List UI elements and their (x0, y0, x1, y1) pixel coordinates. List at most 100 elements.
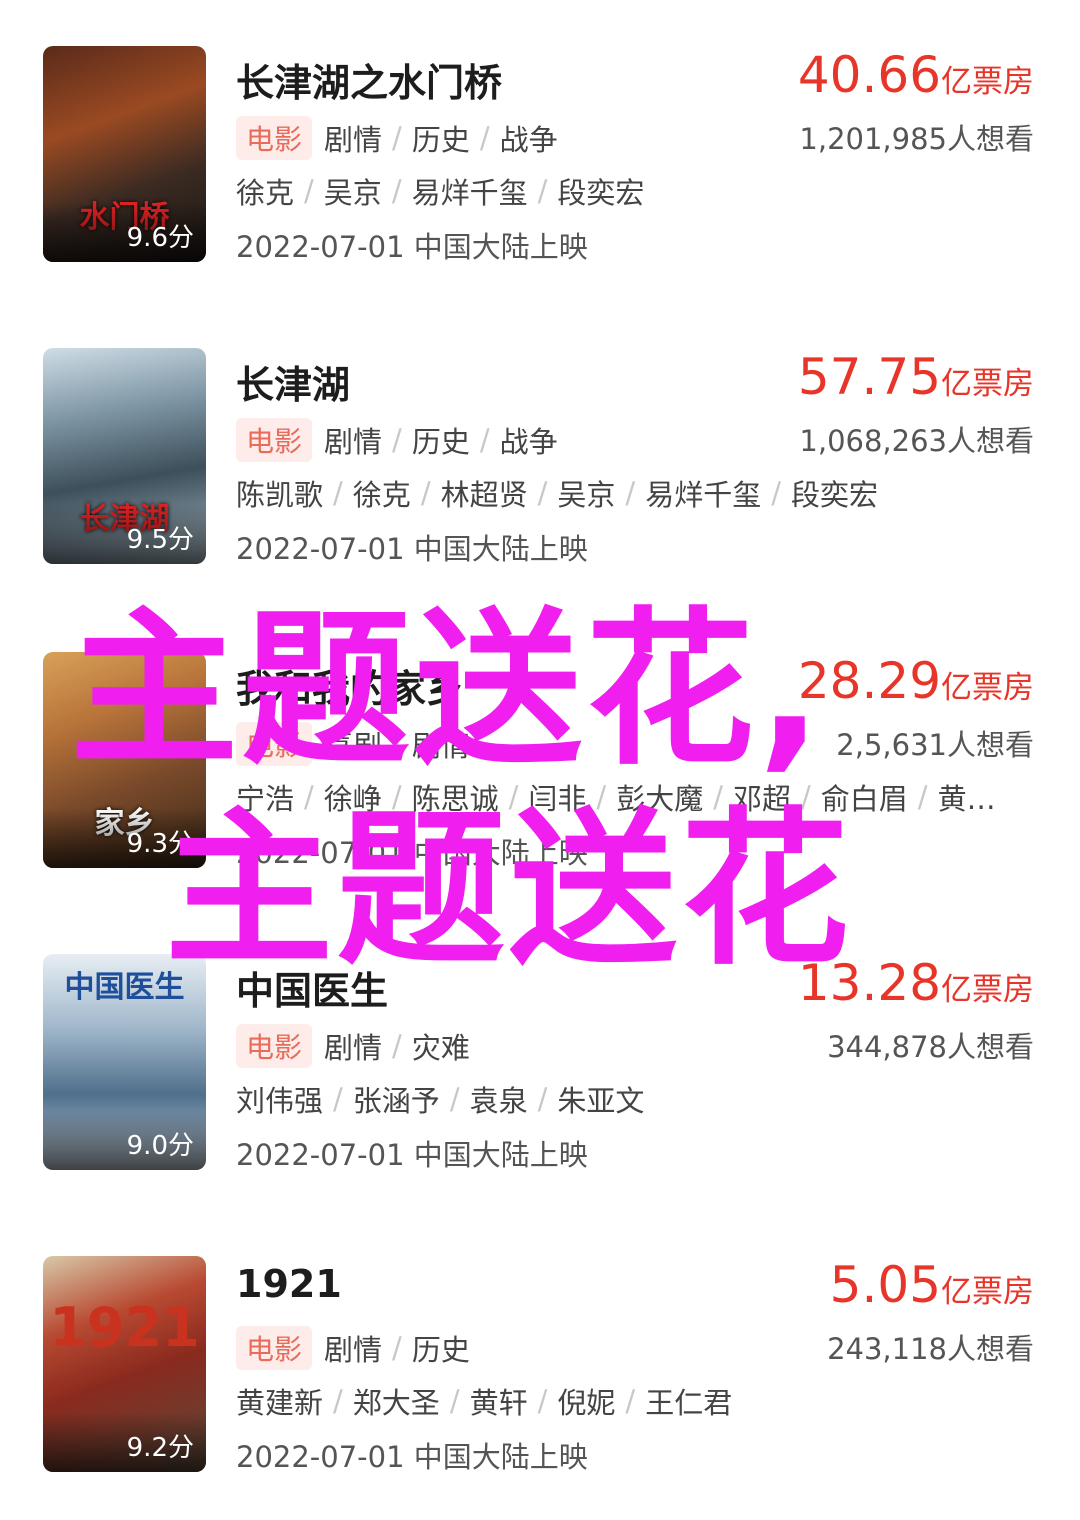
genre: 历史 (411, 425, 470, 459)
cast-name: 吴京 (557, 478, 616, 512)
genre-row: 电影 剧情 / 灾难 (236, 1024, 470, 1068)
box-office-unit: 亿票房 (941, 64, 1034, 100)
category-tag: 电影 (236, 1326, 313, 1370)
box-office: 5.05亿票房 (830, 1256, 1034, 1314)
genre: 剧情 (324, 1031, 383, 1065)
movie-poster[interactable]: 水门桥 9.6分 (43, 46, 206, 262)
genre: 剧情 (324, 425, 383, 459)
cast-name: 刘伟强 (236, 1084, 324, 1118)
movie-poster[interactable]: 长津湖 9.5分 (43, 348, 206, 564)
genre: 历史 (411, 123, 470, 157)
want-to-see-count: 1,201,985人想看 (799, 122, 1034, 156)
want-to-see-count: 1,068,263人想看 (799, 424, 1034, 458)
box-office-value: 5.05 (829, 1256, 941, 1314)
box-office-unit: 亿票房 (941, 366, 1034, 402)
cast-name: 彭大魔 (616, 782, 704, 816)
box-office-value: 57.75 (797, 348, 941, 406)
box-office-unit: 亿票房 (941, 1274, 1034, 1310)
genre: 灾难 (411, 1031, 470, 1065)
category-tag: 电影 (236, 418, 313, 462)
want-to-see-count: 243,118人想看 (827, 1332, 1034, 1366)
movie-poster[interactable]: 中国医生 9.0分 (43, 954, 206, 1170)
cast-name: 段奕宏 (557, 176, 645, 210)
movie-item[interactable]: 水门桥 9.6分 长津湖之水门桥 电影 剧情/ 历史/ 战争 徐克/ 吴京/ 易… (0, 46, 1080, 270)
cast-name: 徐克 (352, 478, 411, 512)
poster-title: 中国医生 (64, 970, 185, 1005)
cast-name: 易烊千玺 (645, 478, 762, 512)
box-office-unit: 亿票房 (941, 972, 1034, 1008)
cast-name: 倪妮 (557, 1386, 616, 1420)
cast-name: 袁泉 (469, 1084, 528, 1118)
release-info: 2022-07-01 中国大陆上映 (236, 836, 588, 870)
genre-row: 电影 剧情 / 历史 / 战争 (236, 116, 558, 160)
cast-name: 段奕宏 (790, 478, 878, 512)
release-info: 2022-07-01 中国大陆上映 (236, 230, 588, 264)
cast-name: 徐峥 (323, 782, 382, 816)
movie-poster[interactable]: 1921 9.2分 (43, 1256, 206, 1472)
rating-score: 9.2分 (126, 1433, 194, 1463)
genre: 剧情 (324, 1333, 383, 1367)
box-office-value: 28.29 (797, 652, 941, 710)
genre-row: 电影 喜剧 / 剧情 (236, 722, 470, 766)
cast-name: 朱亚文 (557, 1084, 645, 1118)
cast-name: 王仁君 (645, 1386, 733, 1420)
cast-row: 徐克 / 吴京 / 易烊千玺 / 段奕宏 (236, 170, 644, 212)
cast-name: 黄建新 (236, 1386, 324, 1420)
cast-name: 黄… (937, 782, 996, 816)
movie-title[interactable]: 1921 (236, 1262, 342, 1306)
cast-row: 陈凯歌 / 徐克 / 林超贤 / 吴京 / 易烊千玺 / 段奕宏 (236, 472, 878, 514)
box-office: 57.75亿票房 (798, 348, 1034, 406)
movie-title[interactable]: 长津湖 (236, 354, 350, 409)
cast-name: 俞白眉 (820, 782, 908, 816)
rating-score: 9.5分 (126, 525, 194, 555)
cast-name: 闫非 (528, 782, 587, 816)
cast-name: 吴京 (323, 176, 382, 210)
want-to-see-count: 2,5,631人想看 (836, 728, 1034, 762)
release-info: 2022-07-01 中国大陆上映 (236, 532, 588, 566)
movie-poster[interactable]: 家乡 9.3分 (43, 652, 206, 868)
rating-score: 9.3分 (126, 829, 194, 859)
cast-name: 陈思诚 (411, 782, 499, 816)
category-tag: 电影 (236, 1024, 313, 1068)
movie-item[interactable]: 1921 9.2分 1921 电影 剧情 / 历史 黄建新 / 郑大圣 / 黄轩 / 倪… (0, 1256, 1080, 1480)
genre: 历史 (411, 1333, 470, 1367)
genre-row: 电影 剧情 / 历史 / 战争 (236, 418, 558, 462)
genre: 剧情 (411, 729, 470, 763)
cast-name: 郑大圣 (352, 1386, 440, 1420)
cast-row: 宁浩 / 徐峥 / 陈思诚 / 闫非 / 彭大魔 / 邓超 / 俞白眉 / 黄… (236, 776, 996, 818)
release-info: 2022-07-01 中国大陆上映 (236, 1138, 588, 1172)
box-office: 40.66亿票房 (798, 46, 1034, 104)
movie-item[interactable]: 家乡 9.3分 我和我的家乡 电影 喜剧/ 剧情 宁浩/ 徐峥/ 陈思诚/ 闫非… (0, 652, 1080, 876)
cast-name: 张涵予 (352, 1084, 440, 1118)
want-to-see-count: 344,878人想看 (827, 1030, 1034, 1064)
cast-row: 黄建新 / 郑大圣 / 黄轩 / 倪妮 / 王仁君 (236, 1380, 732, 1422)
box-office-value: 40.66 (797, 46, 941, 104)
movie-list: 水门桥 9.6分 长津湖之水门桥 电影 剧情/ 历史/ 战争 徐克/ 吴京/ 易… (0, 0, 1080, 1520)
genre: 战争 (499, 123, 558, 157)
box-office-value: 13.28 (797, 954, 941, 1012)
cast-name: 徐克 (236, 176, 295, 210)
movie-title[interactable]: 中国医生 (236, 960, 388, 1015)
movie-title[interactable]: 我和我的家乡 (236, 658, 464, 713)
movie-item[interactable]: 长津湖 9.5分 长津湖 电影 剧情/ 历史/ 战争 陈凯歌/ 徐克/ 林超贤/… (0, 348, 1080, 572)
cast-name: 陈凯歌 (236, 478, 324, 512)
poster-title: 1921 (49, 1296, 200, 1359)
movie-item[interactable]: 中国医生 9.0分 中国医生 电影 剧情 / 灾难 刘伟强 / 张涵予 / 袁泉 / 朱… (0, 954, 1080, 1178)
box-office: 13.28亿票房 (798, 954, 1034, 1012)
movie-title[interactable]: 长津湖之水门桥 (236, 52, 502, 107)
rating-score: 9.0分 (126, 1131, 194, 1161)
category-tag: 电影 (236, 116, 313, 160)
cast-name: 易烊千玺 (411, 176, 528, 210)
cast-row: 刘伟强 / 张涵予 / 袁泉 / 朱亚文 (236, 1078, 644, 1120)
box-office: 28.29亿票房 (798, 652, 1034, 710)
cast-name: 宁浩 (236, 782, 295, 816)
genre: 喜剧 (324, 729, 383, 763)
genre: 剧情 (324, 123, 383, 157)
release-info: 2022-07-01 中国大陆上映 (236, 1440, 588, 1474)
genre-row: 电影 剧情 / 历史 (236, 1326, 470, 1370)
rating-score: 9.6分 (126, 223, 194, 253)
cast-name: 邓超 (732, 782, 791, 816)
cast-name: 林超贤 (440, 478, 528, 512)
box-office-unit: 亿票房 (941, 670, 1034, 706)
cast-name: 黄轩 (469, 1386, 528, 1420)
